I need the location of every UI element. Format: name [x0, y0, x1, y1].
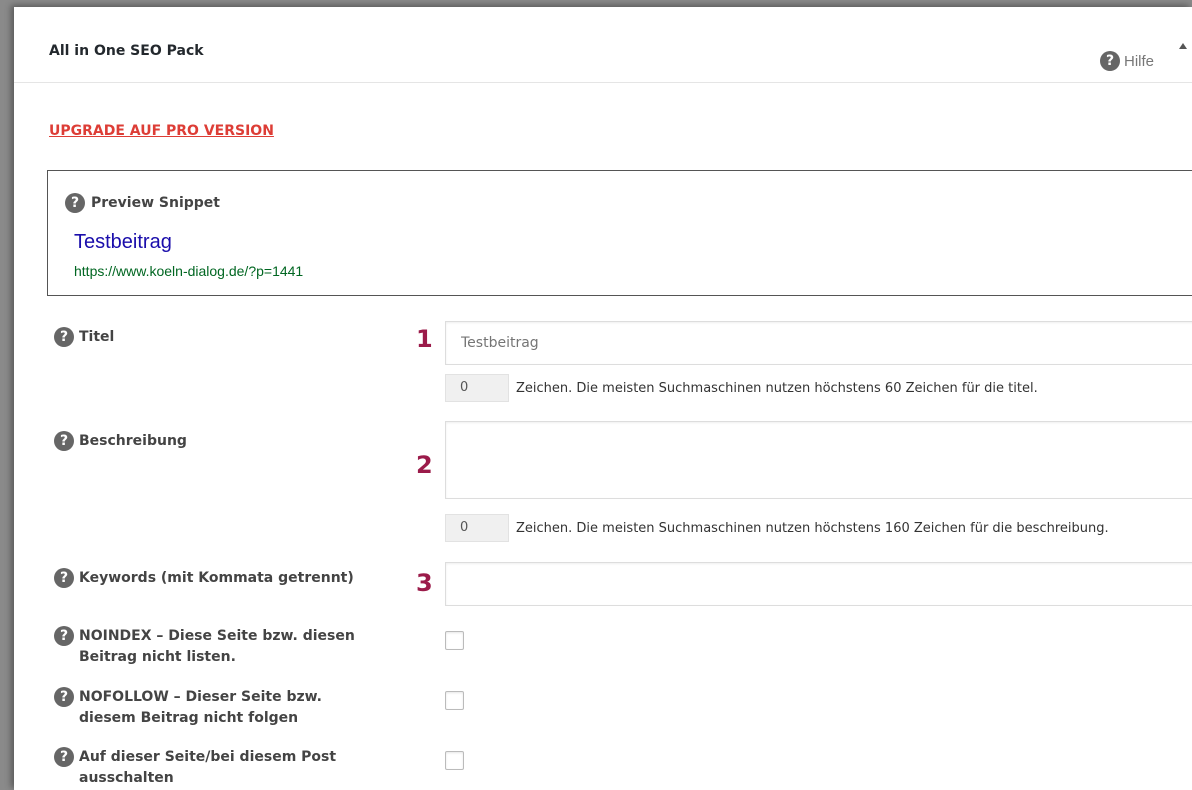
description-char-hint: Zeichen. Die meisten Suchmaschinen nutze… — [516, 521, 1109, 536]
noindex-label-line2: Beitrag nicht listen. — [79, 649, 236, 665]
title-char-hint: Zeichen. Die meisten Suchmaschinen nutze… — [516, 381, 1038, 396]
title-label-text: Titel — [79, 329, 115, 345]
nofollow-label-line2: diesem Beitrag nicht folgen — [79, 710, 299, 726]
question-circle-icon[interactable]: ? — [54, 747, 74, 767]
help-link[interactable]: ? Hilfe — [1100, 51, 1154, 71]
disable-label-text: Auf dieser Seite/bei diesem Post ausscha… — [79, 747, 336, 789]
seo-metabox: All in One SEO Pack ? Hilfe UPGRADE AUF … — [14, 7, 1192, 790]
keywords-input[interactable] — [445, 562, 1192, 606]
disable-label-line1: Auf dieser Seite/bei diesem Post — [79, 749, 337, 765]
question-circle-icon[interactable]: ? — [54, 431, 74, 451]
snippet-url: https://www.koeln-dialog.de/?p=1441 — [74, 263, 304, 279]
preview-snippet-label-text: Preview Snippet — [91, 195, 220, 211]
noindex-checkbox[interactable] — [445, 631, 464, 650]
metabox-header: All in One SEO Pack ? Hilfe — [14, 7, 1192, 83]
nofollow-label: ? NOFOLLOW – Dieser Seite bzw. diesem Be… — [54, 687, 322, 729]
marker-1: 1 — [416, 325, 433, 353]
title-label: ? Titel — [54, 327, 114, 348]
triangle-up-icon[interactable] — [1179, 43, 1187, 49]
description-label: ? Beschreibung — [54, 431, 187, 452]
marker-3: 3 — [416, 569, 433, 597]
title-input[interactable] — [445, 321, 1192, 365]
question-circle-icon[interactable]: ? — [54, 626, 74, 646]
question-circle-icon[interactable]: ? — [54, 687, 74, 707]
noindex-label: ? NOINDEX – Diese Seite bzw. diesen Beit… — [54, 626, 355, 668]
keywords-label-text: Keywords (mit Kommata getrennt) — [79, 570, 354, 586]
keywords-label: ? Keywords (mit Kommata getrennt) — [54, 568, 354, 589]
nofollow-label-text: NOFOLLOW – Dieser Seite bzw. diesem Beit… — [79, 687, 322, 729]
help-label: Hilfe — [1124, 52, 1155, 70]
marker-2: 2 — [416, 451, 433, 479]
disable-label: ? Auf dieser Seite/bei diesem Post aussc… — [54, 747, 336, 789]
nofollow-label-line1: NOFOLLOW – Dieser Seite bzw. — [79, 689, 323, 705]
upgrade-pro-link[interactable]: UPGRADE AUF PRO VERSION — [49, 123, 274, 139]
disable-label-line2: ausschalten — [79, 770, 174, 786]
preview-snippet-box: ? Preview Snippet Testbeitrag https://ww… — [47, 170, 1192, 296]
question-circle-icon: ? — [1100, 51, 1120, 71]
title-char-counter: 0 — [445, 374, 509, 402]
preview-snippet-label: ? Preview Snippet — [65, 193, 220, 213]
noindex-label-text: NOINDEX – Diese Seite bzw. diesen Beitra… — [79, 626, 355, 668]
description-char-counter: 0 — [445, 514, 509, 542]
disable-checkbox[interactable] — [445, 751, 464, 770]
question-circle-icon[interactable]: ? — [54, 327, 74, 347]
nofollow-checkbox[interactable] — [445, 691, 464, 710]
metabox-title: All in One SEO Pack — [49, 43, 204, 59]
noindex-label-line1: NOINDEX – Diese Seite bzw. diesen — [79, 628, 355, 644]
question-circle-icon[interactable]: ? — [65, 193, 85, 213]
description-label-text: Beschreibung — [79, 433, 187, 449]
snippet-title: Testbeitrag — [74, 231, 172, 253]
description-textarea[interactable] — [445, 421, 1192, 499]
question-circle-icon[interactable]: ? — [54, 568, 74, 588]
